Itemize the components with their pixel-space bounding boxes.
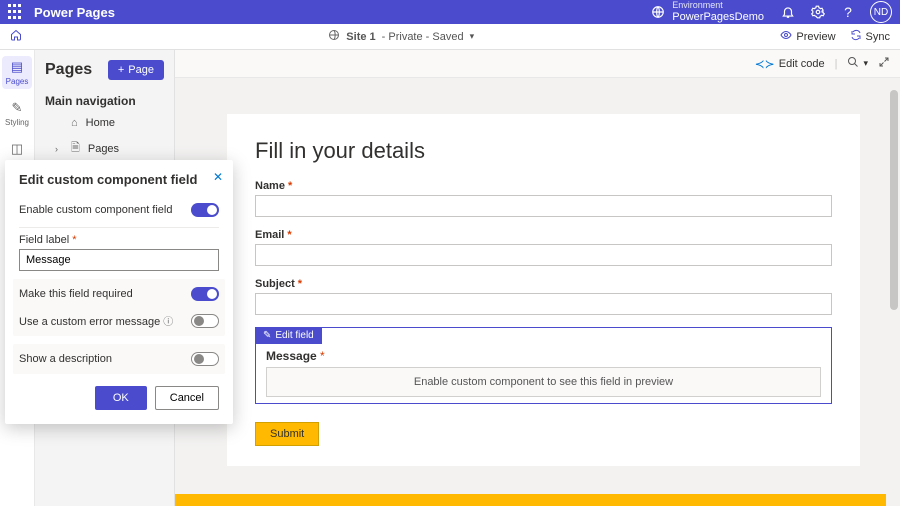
enable-label: Enable custom component field bbox=[19, 204, 172, 216]
sync-icon bbox=[850, 29, 862, 44]
preview-label: Preview bbox=[796, 31, 835, 43]
vscode-icon: ≺≻ bbox=[755, 57, 775, 71]
show-desc-toggle[interactable] bbox=[191, 352, 219, 366]
required-label: Make this field required bbox=[19, 288, 133, 300]
sidebar-title: Pages bbox=[45, 61, 92, 79]
page-icon: 🗎 bbox=[71, 139, 80, 158]
env-name: PowerPagesDemo bbox=[672, 11, 764, 23]
edit-code-button[interactable]: ≺≻ Edit code bbox=[755, 57, 825, 71]
enable-toggle[interactable] bbox=[191, 203, 219, 217]
add-page-button[interactable]: + Page bbox=[108, 60, 164, 80]
environment-picker[interactable]: Environment PowerPagesDemo bbox=[672, 1, 764, 23]
globe-icon bbox=[328, 29, 340, 44]
message-field-block[interactable]: ✎ Edit field Message * Enable custom com… bbox=[255, 327, 832, 404]
site-status: - Private - Saved bbox=[382, 31, 464, 43]
cancel-button[interactable]: Cancel bbox=[155, 386, 219, 410]
rail-pages[interactable]: ▤ Pages bbox=[2, 56, 32, 89]
data-icon: ◫ bbox=[11, 141, 23, 157]
magnifier-icon bbox=[847, 56, 859, 71]
ok-button[interactable]: OK bbox=[95, 386, 147, 410]
footer-accent bbox=[175, 494, 886, 506]
home-icon[interactable] bbox=[10, 29, 22, 44]
modal-title: Edit custom component field bbox=[19, 172, 219, 187]
environment-icon bbox=[650, 4, 666, 20]
subject-input[interactable] bbox=[255, 293, 832, 315]
waffle-icon[interactable] bbox=[8, 4, 24, 20]
field-label-input[interactable] bbox=[19, 249, 219, 271]
sync-button[interactable]: Sync bbox=[850, 29, 890, 44]
rail-styling[interactable]: ✎ Styling bbox=[2, 97, 32, 130]
required-toggle[interactable] bbox=[191, 287, 219, 301]
bell-icon[interactable] bbox=[780, 4, 796, 20]
env-label: Environment bbox=[672, 1, 764, 11]
nav-home-label: Home bbox=[86, 117, 115, 129]
brand: Power Pages bbox=[34, 5, 115, 20]
custom-error-toggle[interactable] bbox=[191, 314, 219, 328]
rail-styling-label: Styling bbox=[5, 118, 29, 127]
edit-component-modal: ✕ Edit custom component field Enable cus… bbox=[5, 160, 233, 424]
sync-label: Sync bbox=[866, 31, 890, 43]
rail-pages-label: Pages bbox=[6, 77, 29, 86]
avatar[interactable]: ND bbox=[870, 1, 892, 23]
edit-code-label: Edit code bbox=[779, 58, 825, 70]
close-icon[interactable]: ✕ bbox=[213, 170, 223, 184]
message-label: Message * bbox=[266, 349, 325, 363]
nav-section-title: Main navigation bbox=[35, 86, 174, 112]
nav-pages-label: Pages bbox=[88, 143, 119, 155]
email-input[interactable] bbox=[255, 244, 832, 266]
page-title: Fill in your details bbox=[255, 138, 832, 164]
plus-icon: + bbox=[118, 64, 124, 76]
expand-icon bbox=[878, 56, 890, 71]
pages-icon: ▤ bbox=[11, 59, 23, 75]
field-label-caption: Field label * bbox=[19, 234, 219, 246]
eye-icon bbox=[780, 29, 792, 44]
nav-item-pages[interactable]: › 🗎 Pages bbox=[35, 134, 174, 163]
edit-field-button[interactable]: ✎ Edit field bbox=[255, 327, 322, 344]
expand-button[interactable] bbox=[878, 56, 890, 71]
pencil-icon: ✎ bbox=[263, 330, 271, 341]
show-desc-label: Show a description bbox=[19, 353, 112, 365]
scrollbar[interactable] bbox=[890, 90, 898, 310]
custom-error-label: Use a custom error messageⓘ bbox=[19, 313, 173, 328]
chevron-down-icon: ▾ bbox=[470, 31, 475, 42]
preview-button[interactable]: Preview bbox=[780, 29, 835, 44]
chevron-right-icon: › bbox=[55, 144, 63, 154]
styling-icon: ✎ bbox=[12, 100, 23, 116]
info-icon[interactable]: ⓘ bbox=[163, 317, 173, 328]
zoom-button[interactable]: ▾ bbox=[847, 56, 868, 71]
message-preview-placeholder: Enable custom component to see this fiel… bbox=[266, 367, 821, 397]
subject-label: Subject * bbox=[255, 278, 832, 290]
submit-button[interactable]: Submit bbox=[255, 422, 319, 446]
help-icon[interactable]: ? bbox=[840, 4, 856, 20]
add-page-label: Page bbox=[128, 64, 154, 76]
name-input[interactable] bbox=[255, 195, 832, 217]
home-icon: ⌂ bbox=[71, 117, 78, 129]
name-label: Name * bbox=[255, 180, 832, 192]
breadcrumb[interactable]: Site 1 - Private - Saved ▾ bbox=[22, 29, 780, 44]
nav-item-home[interactable]: ⌂ Home bbox=[35, 112, 174, 134]
edit-field-label: Edit field bbox=[275, 330, 313, 341]
site-name: Site 1 bbox=[346, 31, 375, 43]
email-label: Email * bbox=[255, 229, 832, 241]
gear-icon[interactable] bbox=[810, 4, 826, 20]
chevron-down-icon: ▾ bbox=[863, 58, 868, 69]
